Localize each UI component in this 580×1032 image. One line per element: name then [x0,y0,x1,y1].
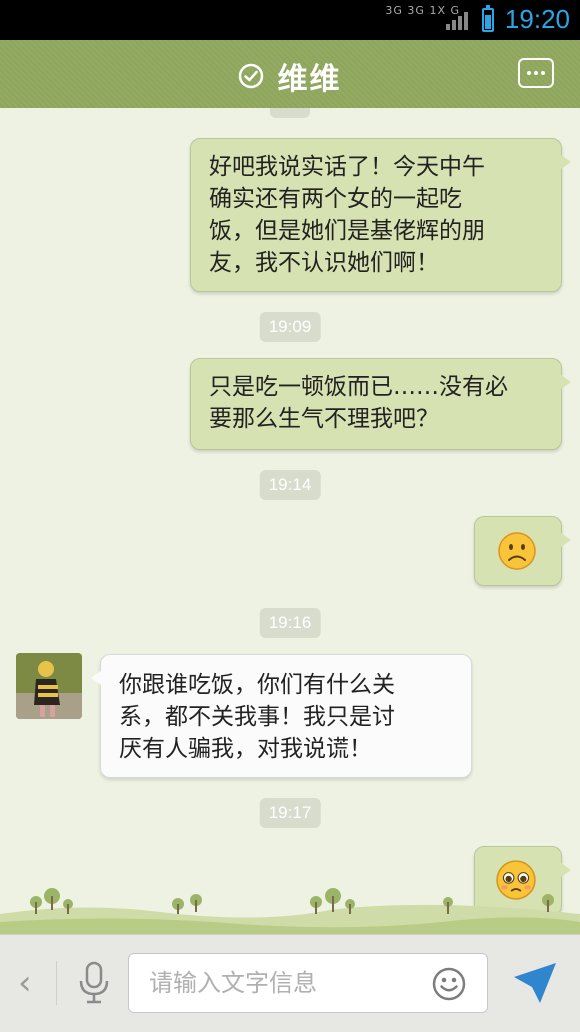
timestamp-partial [270,108,310,118]
message-line: 确实还有两个女的一起吃 [209,186,462,212]
microphone-icon[interactable] [76,961,112,1005]
signal-icon [446,12,468,30]
chat-menu-button[interactable] [518,58,554,88]
message-line: 系，都不关我事！我只是讨 [119,704,395,730]
message-line: 饭，但是她们是基佬辉的朋 [209,218,485,244]
message-line: 你跟谁吃饭，你们有什么关 [119,672,395,698]
sent-message[interactable]: 好吧我说实话了！今天中午 确实还有两个女的一起吃 饭，但是她们是基佬辉的朋 友，… [190,138,571,292]
message-line: 要那么生气不理我吧？ [209,406,439,432]
sent-emoji-message[interactable] [474,516,571,586]
divider [56,961,57,1005]
message-line: 只是吃一顿饭而已……没有必 [209,374,508,400]
message-line: 好吧我说实话了！今天中午 [209,154,485,180]
sent-message[interactable]: 只是吃一顿饭而已……没有必 要那么生气不理我吧？ [190,358,571,450]
timestamp: 19:16 [259,608,321,638]
emoji-picker-icon[interactable] [432,967,466,1001]
avatar-photo [16,653,82,719]
background-scenery [0,888,580,934]
status-bar: 3G 3G 1X G 19:20 [0,0,580,40]
chat-area[interactable]: 好吧我说实话了！今天中午 确实还有两个女的一起吃 饭，但是她们是基佬辉的朋 友，… [0,108,580,934]
message-line: 厌有人骗我，对我说谎！ [119,736,372,762]
received-message[interactable]: 你跟谁吃饭，你们有什么关 系，都不关我事！我只是讨 厌有人骗我，对我说谎！ [91,654,472,778]
sad-face-emoji [498,532,536,570]
message-line: 友，我不认识她们啊！ [209,250,439,276]
status-time: 19:20 [504,4,570,34]
contact-name: 维维 [277,62,342,97]
battery-icon [482,5,494,32]
check-circle-icon [239,63,264,89]
timestamp: 19:14 [259,470,321,500]
timestamp: 19:09 [259,312,321,342]
contact-avatar[interactable] [16,653,82,719]
input-bar: ‹ 请输入文字信息 [0,934,580,1032]
timestamp: 19:17 [259,798,321,828]
send-icon[interactable] [512,961,558,1005]
chat-header: 维维 [0,40,580,116]
back-chevron-icon[interactable]: ‹ [18,963,32,1003]
